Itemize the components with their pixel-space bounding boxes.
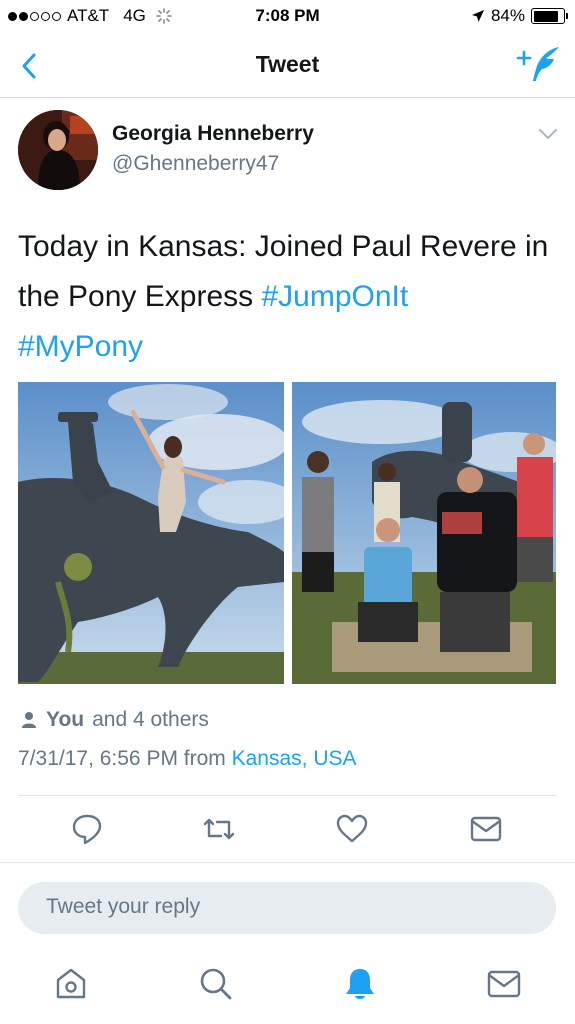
page-title: Tweet bbox=[255, 51, 320, 77]
reply-input[interactable]: Tweet your reply bbox=[18, 882, 556, 934]
likes-you: You bbox=[46, 708, 85, 731]
statue-photo-image bbox=[18, 382, 284, 684]
likes-others: and 4 others bbox=[92, 708, 209, 731]
likes-summary[interactable]: You and 4 others bbox=[20, 708, 209, 732]
chevron-down-icon[interactable] bbox=[537, 126, 559, 142]
retweet-icon[interactable] bbox=[202, 812, 236, 846]
tweet-timestamp: 7/31/17, 6:56 PM from bbox=[18, 747, 232, 770]
status-right: 84% bbox=[471, 6, 568, 26]
battery-percent: 84% bbox=[490, 6, 525, 25]
search-icon[interactable] bbox=[198, 966, 234, 1002]
divider bbox=[18, 795, 557, 796]
navigation-bar: Tweet bbox=[0, 34, 575, 98]
status-bar: AT&T 4G 7:08 PM 84% bbox=[0, 0, 575, 34]
messages-icon[interactable] bbox=[486, 966, 522, 1002]
direct-message-icon[interactable] bbox=[469, 812, 503, 846]
tweet-photo-2[interactable] bbox=[292, 382, 556, 684]
location-link[interactable]: Kansas, USA bbox=[232, 747, 357, 770]
tweet-text: Today in Kansas: Joined Paul Revere in t… bbox=[18, 222, 563, 372]
location-arrow-icon bbox=[471, 10, 484, 22]
divider bbox=[0, 862, 575, 863]
reply-icon[interactable] bbox=[70, 812, 104, 846]
hashtag-link[interactable]: #MyPony bbox=[18, 330, 143, 363]
author-name[interactable]: Georgia Henneberry bbox=[112, 122, 314, 146]
author-handle[interactable]: @Ghenneberry47 bbox=[112, 152, 279, 176]
group-photo-image bbox=[292, 382, 556, 684]
tweet-meta: 7/31/17, 6:56 PM from Kansas, USA bbox=[18, 747, 357, 771]
home-icon[interactable] bbox=[53, 966, 89, 1002]
avatar-image bbox=[18, 110, 98, 190]
compose-tweet-icon[interactable] bbox=[515, 44, 561, 84]
hashtag-link[interactable]: #JumpOnIt bbox=[261, 280, 408, 313]
tweet-photo-1[interactable] bbox=[18, 382, 284, 684]
avatar[interactable] bbox=[18, 110, 98, 190]
reply-placeholder: Tweet your reply bbox=[46, 895, 201, 918]
notifications-icon[interactable] bbox=[342, 966, 378, 1002]
like-icon[interactable] bbox=[335, 812, 369, 846]
person-icon bbox=[22, 712, 36, 728]
battery-icon bbox=[531, 8, 568, 24]
